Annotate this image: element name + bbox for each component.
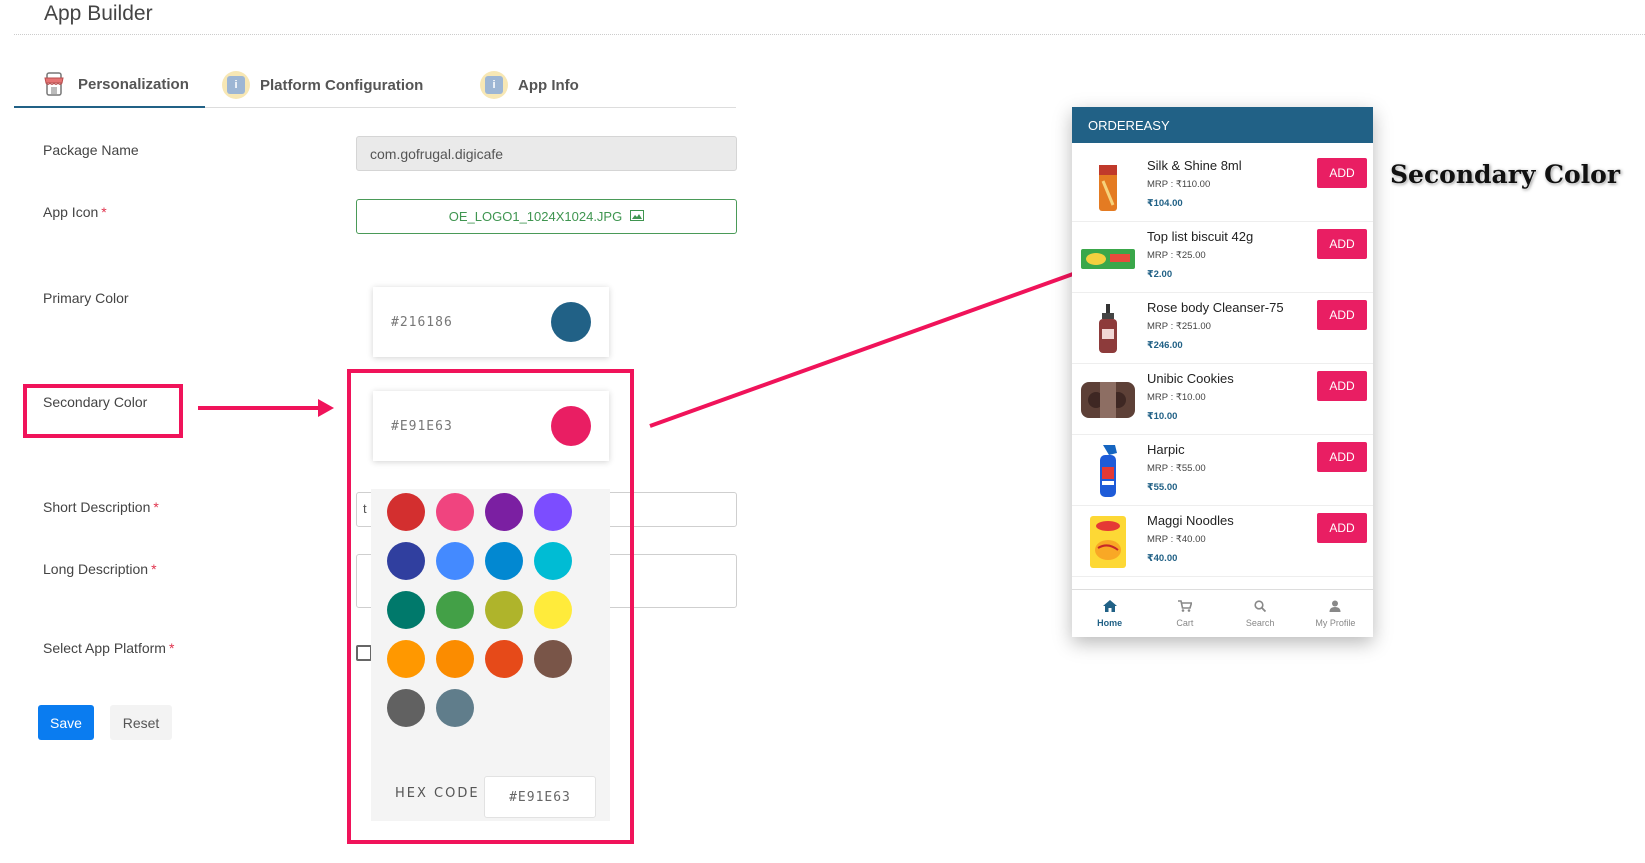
nav-my-profile[interactable]: My Profile — [1298, 590, 1373, 637]
product-price: ₹55.00 — [1147, 482, 1178, 493]
add-button[interactable]: ADD — [1317, 229, 1367, 259]
secondary-color-annotation: Secondary Color — [1390, 160, 1621, 189]
search-icon — [1254, 599, 1267, 612]
home-icon — [1102, 599, 1117, 612]
product-image — [1080, 159, 1136, 215]
product-mrp: MRP : ₹40.00 — [1147, 534, 1206, 545]
annotation-arrows — [198, 188, 1305, 428]
add-button[interactable]: ADD — [1317, 300, 1367, 330]
product-item: Silk & Shine 8ml MRP : ₹110.00 ₹104.00 A… — [1072, 151, 1373, 222]
nav-search[interactable]: Search — [1223, 590, 1298, 637]
product-item: Maggi Noodles MRP : ₹40.00 ₹40.00 ADD — [1072, 506, 1373, 577]
nav-home-label: Home — [1097, 617, 1123, 628]
add-button[interactable]: ADD — [1317, 442, 1367, 472]
product-price: ₹246.00 — [1147, 340, 1183, 351]
product-price: ₹2.00 — [1147, 269, 1173, 280]
product-name: Top list biscuit 42g — [1147, 229, 1254, 244]
add-button[interactable]: ADD — [1317, 371, 1367, 401]
product-image — [1080, 301, 1136, 357]
product-mrp: MRP : ₹110.00 — [1147, 179, 1211, 190]
product-item: Unibic Cookies MRP : ₹10.00 ₹10.00 ADD — [1072, 364, 1373, 435]
product-name: Silk & Shine 8ml — [1147, 158, 1242, 173]
product-name: Rose body Cleanser-75 — [1147, 300, 1284, 315]
add-button[interactable]: ADD — [1317, 158, 1367, 188]
product-image — [1080, 514, 1136, 570]
product-mrp: MRP : ₹10.00 — [1147, 392, 1206, 403]
annotation-arrowhead-left — [318, 399, 334, 417]
cart-icon — [1177, 599, 1192, 612]
product-name: Harpic — [1147, 442, 1185, 457]
nav-cart-label: Cart — [1176, 617, 1194, 628]
product-item: Rose body Cleanser-75 MRP : ₹251.00 ₹246… — [1072, 293, 1373, 364]
product-image — [1080, 230, 1136, 286]
product-price: ₹40.00 — [1147, 553, 1178, 564]
product-item: Harpic MRP : ₹55.00 ₹55.00 ADD — [1072, 435, 1373, 506]
nav-cart[interactable]: Cart — [1147, 590, 1222, 637]
app-preview-phone: ORDEREASY Silk & Shine 8ml MRP : ₹110.00… — [1072, 107, 1373, 637]
add-button[interactable]: ADD — [1317, 513, 1367, 543]
product-mrp: MRP : ₹25.00 — [1147, 250, 1206, 261]
preview-header: ORDEREASY — [1072, 107, 1373, 143]
product-name: Maggi Noodles — [1147, 513, 1234, 528]
app-builder-page: App Builder Personalization i Platform C… — [0, 0, 1645, 863]
preview-bottom-nav: Home Cart Search My Profile — [1072, 589, 1373, 637]
product-item: Top list biscuit 42g MRP : ₹25.00 ₹2.00 … — [1072, 222, 1373, 293]
product-price: ₹10.00 — [1147, 411, 1178, 422]
product-image — [1080, 443, 1136, 499]
nav-home[interactable]: Home — [1072, 590, 1147, 637]
profile-icon — [1329, 600, 1341, 612]
product-mrp: MRP : ₹251.00 — [1147, 321, 1211, 332]
product-mrp: MRP : ₹55.00 — [1147, 463, 1206, 474]
product-image — [1080, 372, 1136, 428]
product-name: Unibic Cookies — [1147, 371, 1234, 386]
nav-search-label: Search — [1245, 617, 1275, 628]
product-price: ₹104.00 — [1147, 198, 1183, 209]
nav-my-profile-label: My Profile — [1315, 617, 1356, 628]
